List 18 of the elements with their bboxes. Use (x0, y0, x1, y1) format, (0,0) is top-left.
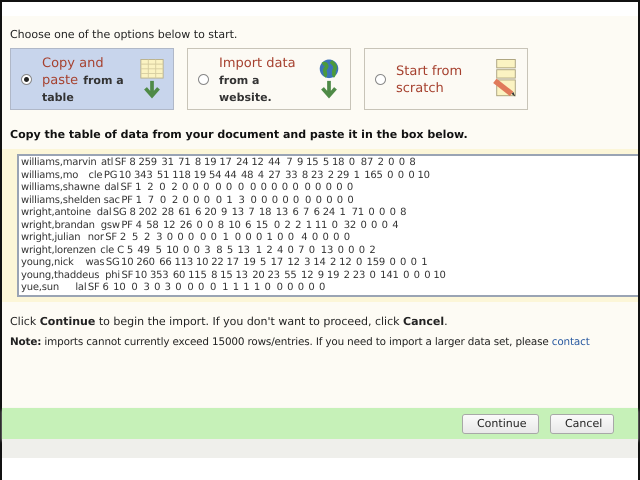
option-label: Import data from a website. (219, 54, 297, 104)
option-card[interactable]: Import data from a website. (187, 48, 351, 110)
option-label: Start from scratch (396, 63, 464, 96)
paste-instructions: Copy the table of data from your document and paste it in the box below. (10, 128, 469, 141)
radio-button[interactable] (198, 74, 209, 84)
instruction-text: Click Continue to begin the import. If you don't want to proceed, click Cancel. (10, 315, 449, 328)
radio-button[interactable] (375, 74, 386, 84)
note-text: Note: imports cannot currently exceed 15000 rows/entries. If you need to import a larger data set, please (10, 336, 549, 348)
paste-field[interactable]: williams,marvin atl SF 8 259 31 71 8 19 17 24 12 44 7 9 15 5 18 0 87 2 0 0 8 williams,mo cle PG 10 343 51 118 19 54 44 48 4 27 33 8 23 2 29 1 165 0 0 0 10 williams,shawne dal SF 1 2 0 2 0 0 0 0 0 0 0 0 0 0 0 0 0 0 0 0 williams,shelden sac PF 1 7 0 2 0 0 0 0 1 3 0 0 0 0 0 0 0 0 0 0 wright,antoine dal SG 8 202 28 61 6 20 9 13 7 18 13 6 7 6 24 1 71 0 0 0 8 wright,brandan gsw PF 4 58 12 26 0 0 8 10 6 15 0 2 2 1 11 0 32 0 0 0 4 wright,julian nor SF 2 5 2 3 0 0 0 0 0 1 0 0 0 1 0 0 4 0 0 0 0 wright,lorenzen cle C 5 49 5 10 0 0 3 8 5 13 1 2 4 0 7 0 13 0 0 0 2 young,nick was SG 10 260 66 113 10 22 17 19 5 17 12 3 14 2 12 0 159 0 0 0 1 young,thaddeus phi SF 10 353 60 115 8 15 13 20 23 55 12 9 19 2 23 0 141 0 0 0 10 yue,sun lal SF 6 10 0 3 0 3 0 0 0 0 1 1 1 1 0 0 0 0 0 0 (17, 154, 638, 297)
continue-button[interactable]: Continue (462, 414, 539, 434)
intro-text: Choose one of the options below to start. (10, 28, 238, 41)
option-card[interactable]: Copy and paste from a table (10, 48, 174, 110)
table-arrow-icon (139, 58, 165, 100)
option-label: Copy and paste from a table (42, 54, 125, 104)
option-card[interactable]: Start from scratch (364, 48, 528, 110)
radio-button[interactable] (21, 74, 32, 84)
contact-link[interactable]: contact (552, 336, 590, 348)
cancel-button[interactable]: Cancel (550, 414, 614, 434)
